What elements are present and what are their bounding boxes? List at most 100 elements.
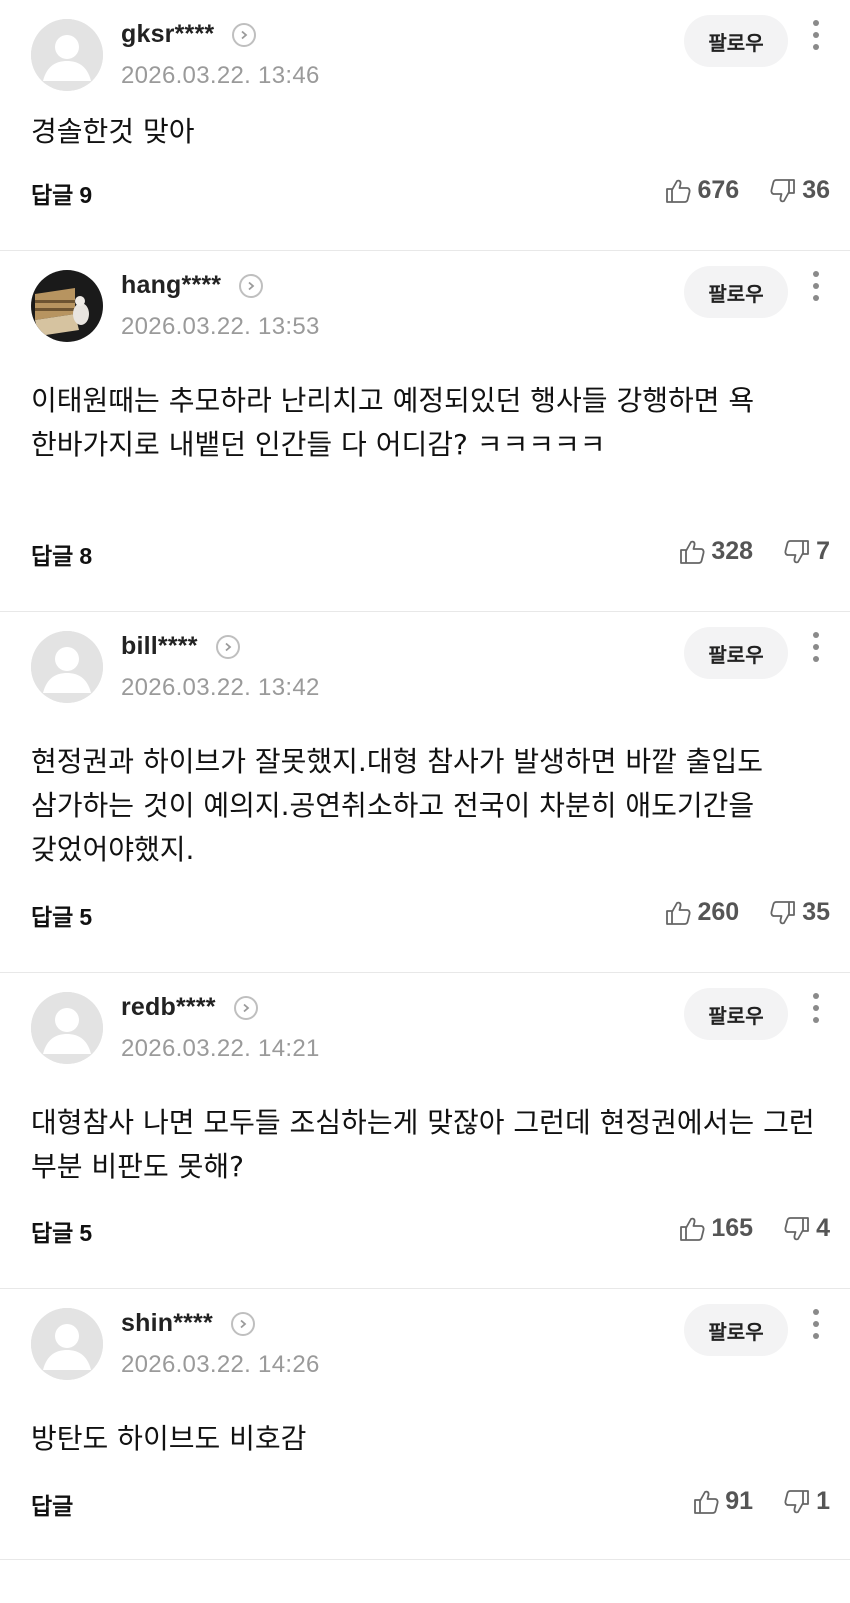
comment-date: 2026.03.22. 14:21 [121, 1035, 320, 1062]
follow-button[interactable]: 팔로우 [684, 988, 788, 1040]
chevron-right-icon[interactable] [230, 1311, 255, 1336]
vote-group: 676 36 [664, 176, 830, 205]
vote-group: 260 35 [664, 898, 830, 927]
dislike-button[interactable]: 35 [769, 898, 830, 927]
comment-text: 방탄도 하이브도 비호감 [31, 1422, 307, 1455]
avatar[interactable] [31, 270, 103, 342]
comment-text: 대형참사 나면 모두들 조심하는게 맞잖아 그런데 현정권에서는 그런 부분 비… [31, 1106, 815, 1183]
follow-button[interactable]: 팔로우 [684, 15, 788, 67]
thumbs-down-icon [783, 1215, 816, 1243]
author-row: bill**** [121, 632, 240, 661]
chevron-right-icon[interactable] [232, 22, 257, 47]
thumbs-up-icon [678, 538, 711, 566]
reply-label: 답글 [31, 544, 74, 570]
reply-label: 답글 [31, 1221, 74, 1247]
author-name[interactable]: shin**** [121, 1309, 213, 1338]
comment-item: shin**** 2026.03.22. 14:26 팔로우 방탄도 하이브도 … [0, 1289, 850, 1560]
reply-button[interactable]: 답글 5 [31, 898, 92, 932]
dislike-button[interactable]: 7 [783, 537, 830, 566]
reply-label: 답글 [31, 183, 74, 209]
dislike-count: 36 [802, 176, 830, 204]
thumbs-up-icon [678, 1215, 711, 1243]
thumbs-down-icon [783, 538, 816, 566]
comment-item: redb**** 2026.03.22. 14:21 팔로우 대형참사 나면 모… [0, 973, 850, 1289]
reply-button[interactable]: 답글 [31, 1487, 79, 1521]
author-name[interactable]: bill**** [121, 632, 198, 661]
comment-date: 2026.03.22. 14:26 [121, 1351, 320, 1378]
reply-label: 답글 [31, 905, 74, 931]
comment-date: 2026.03.22. 13:46 [121, 62, 320, 89]
comment-text: 경솔한것 맞아 [31, 115, 195, 148]
like-button[interactable]: 260 [664, 898, 739, 927]
more-options-icon[interactable] [806, 1309, 826, 1349]
more-options-icon[interactable] [806, 632, 826, 672]
reply-button[interactable]: 답글 9 [31, 176, 92, 210]
comment-footer: 답글 91 1 [31, 1487, 830, 1521]
author-row: hang**** [121, 271, 264, 300]
dislike-count: 7 [816, 537, 830, 565]
dislike-count: 1 [816, 1487, 830, 1515]
comment-footer: 답글 9 676 36 [31, 176, 830, 210]
dislike-button[interactable]: 36 [769, 176, 830, 205]
reply-count: 9 [79, 182, 93, 208]
avatar[interactable] [31, 19, 103, 91]
vote-group: 165 4 [678, 1214, 830, 1243]
comment-footer: 답글 5 165 4 [31, 1214, 830, 1248]
comment-text: 현정권과 하이브가 잘못했지.대형 참사가 발생하면 바깥 출입도 삼가하는 것… [31, 745, 764, 866]
dislike-button[interactable]: 1 [783, 1487, 830, 1516]
chevron-right-icon[interactable] [239, 273, 264, 298]
like-button[interactable]: 165 [678, 1214, 753, 1243]
reply-count: 5 [79, 904, 93, 930]
comment-list: gksr**** 2026.03.22. 13:46 팔로우 경솔한것 맞아 답… [0, 0, 850, 1560]
dislike-count: 35 [802, 898, 830, 926]
thumbs-down-icon [783, 1488, 816, 1516]
comment-footer: 답글 5 260 35 [31, 898, 830, 932]
avatar[interactable] [31, 992, 103, 1064]
reply-count: 8 [79, 543, 93, 569]
author-row: gksr**** [121, 20, 257, 49]
comment-date: 2026.03.22. 13:53 [121, 313, 320, 340]
more-options-icon[interactable] [806, 271, 826, 311]
dislike-count: 4 [816, 1214, 830, 1242]
avatar[interactable] [31, 631, 103, 703]
thumbs-up-icon [664, 899, 697, 927]
follow-button[interactable]: 팔로우 [684, 1304, 788, 1356]
like-count: 165 [711, 1214, 754, 1242]
comment-text: 이태원때는 추모하라 난리치고 예정되있던 행사들 강행하면 욕 한바가지로 내… [31, 384, 755, 461]
thumbs-up-icon [664, 177, 697, 205]
comment-item: gksr**** 2026.03.22. 13:46 팔로우 경솔한것 맞아 답… [0, 0, 850, 251]
like-count: 260 [697, 898, 740, 926]
author-row: redb**** [121, 993, 258, 1022]
like-count: 91 [725, 1487, 754, 1515]
more-options-icon[interactable] [806, 993, 826, 1033]
reply-label: 답글 [31, 1494, 74, 1520]
thumbs-down-icon [769, 899, 802, 927]
thumbs-up-icon [692, 1488, 725, 1516]
follow-button[interactable]: 팔로우 [684, 627, 788, 679]
follow-button[interactable]: 팔로우 [684, 266, 788, 318]
vote-group: 328 7 [678, 537, 830, 566]
like-button[interactable]: 328 [678, 537, 753, 566]
author-name[interactable]: redb**** [121, 993, 216, 1022]
reply-button[interactable]: 답글 8 [31, 537, 92, 571]
comment-date: 2026.03.22. 13:42 [121, 674, 320, 701]
like-count: 676 [697, 176, 740, 204]
comment-item: hang**** 2026.03.22. 13:53 팔로우 이태원때는 추모하… [0, 251, 850, 612]
comment-item: bill**** 2026.03.22. 13:42 팔로우 현정권과 하이브가… [0, 612, 850, 973]
author-row: shin**** [121, 1309, 255, 1338]
vote-group: 91 1 [692, 1487, 830, 1516]
more-options-icon[interactable] [806, 20, 826, 60]
author-name[interactable]: gksr**** [121, 20, 214, 49]
thumbs-down-icon [769, 177, 802, 205]
chevron-right-icon[interactable] [215, 634, 240, 659]
chevron-right-icon[interactable] [233, 995, 258, 1020]
comment-footer: 답글 8 328 7 [31, 537, 830, 571]
like-count: 328 [711, 537, 754, 565]
author-name[interactable]: hang**** [121, 271, 221, 300]
avatar[interactable] [31, 1308, 103, 1380]
dislike-button[interactable]: 4 [783, 1214, 830, 1243]
reply-count: 5 [79, 1220, 93, 1246]
like-button[interactable]: 91 [692, 1487, 753, 1516]
like-button[interactable]: 676 [664, 176, 739, 205]
reply-button[interactable]: 답글 5 [31, 1214, 92, 1248]
